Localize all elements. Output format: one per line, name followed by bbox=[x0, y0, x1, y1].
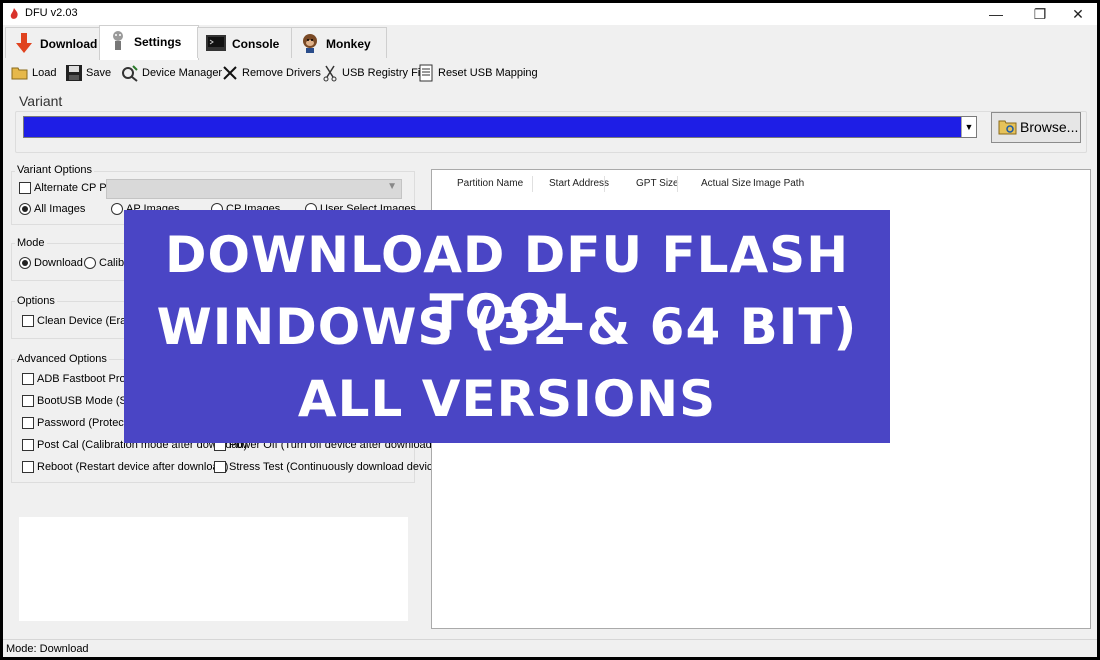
col-image-path[interactable]: Image Path bbox=[753, 178, 804, 189]
close-button[interactable]: ✕ bbox=[1061, 3, 1095, 25]
column-divider bbox=[604, 176, 605, 192]
tab-monkey[interactable]: Monkey bbox=[291, 27, 387, 58]
banner-line-3: ALL VERSIONS bbox=[297, 370, 717, 428]
banner-line-2: WINDOWS (32 & 64 BIT) bbox=[156, 298, 858, 356]
browse-folder-icon bbox=[998, 120, 1017, 135]
device-manager-button[interactable]: Device Manager bbox=[121, 63, 222, 83]
settings-robot-icon bbox=[113, 31, 123, 50]
variant-label: Variant bbox=[19, 93, 63, 109]
reboot-label: Reboot (Restart device after download) bbox=[37, 461, 229, 473]
browse-button[interactable]: Browse... bbox=[991, 112, 1081, 143]
stress-test-checkbox[interactable]: Stress Test (Continuously download devic… bbox=[214, 461, 443, 474]
device-manager-icon bbox=[122, 65, 138, 82]
mode-label: Mode bbox=[15, 237, 47, 249]
mode-download-radio[interactable]: Download bbox=[19, 257, 83, 270]
download-arrow-icon bbox=[16, 33, 32, 53]
app-flame-icon bbox=[10, 8, 18, 19]
reset-usb-mapping-button[interactable]: Reset USB Mapping bbox=[417, 63, 538, 83]
floppy-save-icon bbox=[66, 65, 82, 82]
chevron-down-icon[interactable]: ▼ bbox=[961, 117, 976, 137]
minimize-button[interactable]: — bbox=[979, 3, 1013, 25]
remove-drivers-label: Remove Drivers bbox=[242, 67, 321, 79]
folder-open-icon bbox=[11, 67, 28, 80]
col-gpt-size[interactable]: GPT Size bbox=[636, 178, 679, 189]
chevron-down-icon: ▼ bbox=[387, 181, 397, 192]
all-images-label: All Images bbox=[34, 203, 86, 215]
scissors-icon bbox=[323, 65, 337, 82]
reset-usb-mapping-label: Reset USB Mapping bbox=[438, 67, 538, 79]
tab-download[interactable]: Download bbox=[5, 27, 101, 58]
status-text: Mode: Download bbox=[6, 643, 89, 655]
log-output-box[interactable] bbox=[19, 517, 408, 621]
browse-label: Browse... bbox=[1020, 119, 1079, 135]
load-button[interactable]: Load bbox=[11, 63, 56, 83]
usb-registry-fix-button[interactable]: USB Registry Fix bbox=[321, 63, 426, 83]
usb-registry-fix-label: USB Registry Fix bbox=[342, 67, 426, 79]
column-divider bbox=[532, 176, 533, 192]
save-label: Save bbox=[86, 67, 112, 79]
remove-x-icon bbox=[223, 66, 237, 80]
restore-button[interactable]: ❐ bbox=[1023, 3, 1057, 25]
reboot-checkbox[interactable]: Reboot (Restart device after download) bbox=[22, 461, 229, 474]
tab-settings[interactable]: Settings bbox=[99, 25, 199, 60]
document-list-icon bbox=[419, 64, 433, 82]
col-actual-size[interactable]: Actual Size bbox=[701, 178, 751, 189]
toolbar: Load Save Device Manager Remove Drivers bbox=[3, 61, 1097, 85]
tab-console-label: Console bbox=[232, 37, 280, 51]
tab-console[interactable]: Console bbox=[197, 27, 293, 58]
col-start-address[interactable]: Start Address bbox=[549, 178, 609, 189]
variant-options-label: Variant Options bbox=[15, 164, 95, 176]
stress-test-label: Stress Test (Continuously download devic… bbox=[229, 461, 443, 473]
device-manager-label: Device Manager bbox=[142, 67, 223, 79]
window-title: DFU v2.03 bbox=[25, 7, 78, 19]
title-bar: DFU v2.03 — ❐ ✕ bbox=[3, 3, 1097, 25]
tab-strip: Download Settings Console Monkey bbox=[3, 25, 1097, 60]
remove-drivers-button[interactable]: Remove Drivers bbox=[221, 63, 321, 83]
column-divider bbox=[677, 176, 678, 192]
options-label: Options bbox=[15, 295, 57, 307]
save-button[interactable]: Save bbox=[65, 63, 111, 83]
load-label: Load bbox=[32, 67, 57, 79]
dfu-window: DFU v2.03 — ❐ ✕ Download Settings Consol… bbox=[3, 3, 1097, 657]
all-images-radio[interactable]: All Images bbox=[19, 203, 86, 216]
console-icon bbox=[206, 35, 226, 51]
col-partition-name[interactable]: Partition Name bbox=[457, 178, 523, 189]
promo-banner: DOWNLOAD DFU FLASH TOOL WINDOWS (32 & 64… bbox=[124, 210, 890, 443]
tab-settings-label: Settings bbox=[134, 35, 182, 49]
advanced-options-label: Advanced Options bbox=[15, 353, 109, 365]
tab-download-label: Download bbox=[40, 37, 98, 51]
status-bar: Mode: Download bbox=[3, 639, 1097, 657]
mode-download-label: Download bbox=[34, 257, 83, 269]
variant-dropdown[interactable]: ▼ bbox=[23, 116, 977, 138]
tab-monkey-label: Monkey bbox=[326, 37, 371, 51]
monkey-icon bbox=[303, 34, 317, 53]
cp-path-dropdown[interactable]: ▼ bbox=[106, 179, 402, 199]
